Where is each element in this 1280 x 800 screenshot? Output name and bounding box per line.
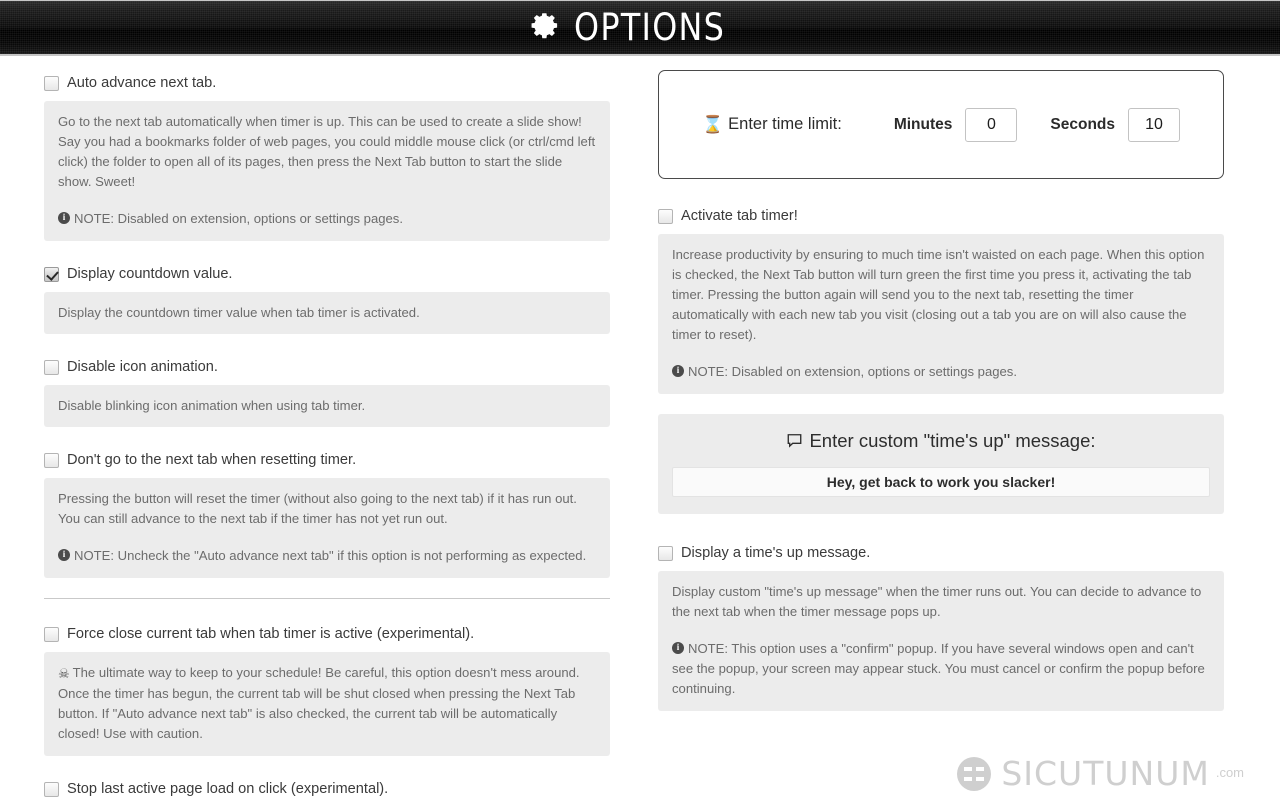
options-header-bar: OPTIONS [0,0,1280,56]
option-label: Display countdown value. [67,266,233,282]
info-icon [672,641,684,654]
left-options-column: Auto advance next tab. Go to the next ta… [44,70,610,800]
checkbox-stop-last-active-page-load[interactable] [44,781,59,797]
option-label: Auto advance next tab. [67,75,217,91]
option-dont-go-next-tab-on-reset[interactable]: Don't go to the next tab when resetting … [44,447,610,473]
description-activate-tab-timer: Increase productivity by ensuring to muc… [658,234,1224,394]
options-page-body: Auto advance next tab. Go to the next ta… [0,56,1280,800]
page-title: OPTIONS [574,6,726,49]
option-label: Force close current tab when tab timer i… [67,626,475,642]
sicutunum-mark-icon [957,757,992,791]
option-label: Display a time's up message. [681,545,871,561]
option-force-close-current-tab[interactable]: Force close current tab when tab timer i… [44,621,610,647]
custom-message-panel: Enter custom "time's up" message: Hey, g… [658,414,1224,514]
checkbox-display-times-up-message[interactable] [658,545,673,561]
option-display-times-up-message[interactable]: Display a time's up message. [658,540,1224,566]
watermark-suffix: .com [1215,765,1244,780]
checkbox-dont-go-next-tab-on-reset[interactable] [44,452,59,468]
checkbox-display-countdown-value[interactable] [44,266,59,282]
watermark-name: SICUTUNUM [1001,754,1210,793]
custom-message-title-text: Enter custom "time's up" message: [809,430,1096,451]
minutes-label: Minutes [893,115,953,133]
minutes-input[interactable]: 0 [965,107,1018,142]
info-icon [58,211,70,224]
time-limit-panel: ⌛ Enter time limit: Minutes 0 Seconds 10 [658,70,1224,179]
option-auto-advance-next-tab[interactable]: Auto advance next tab. [44,70,610,96]
description-text: Go to the next tab automatically when ti… [58,114,596,189]
description-dont-go-next-tab-on-reset: Pressing the button will reset the timer… [44,478,610,578]
skull-and-crossbones-icon: ☠ [58,666,70,681]
seconds-input[interactable]: 10 [1128,107,1181,142]
note-text: NOTE: Uncheck the "Auto advance next tab… [74,548,587,563]
option-label: Don't go to the next tab when resetting … [67,452,357,468]
option-label: Stop last active page load on click (exp… [67,781,389,797]
description-force-close-current-tab: ☠ The ultimate way to keep to your schedu… [44,652,610,756]
description-note: NOTE: Disabled on extension, options or … [58,209,596,229]
description-text: Display the countdown timer value when t… [58,305,420,320]
description-auto-advance-next-tab: Go to the next tab automatically when ti… [44,101,610,241]
option-activate-tab-timer[interactable]: Activate tab timer! [658,203,1224,229]
time-limit-label: Enter time limit: [728,115,842,133]
description-display-times-up-message: Display custom "time's up message" when … [658,571,1224,711]
custom-message-title: Enter custom "time's up" message: [672,430,1210,454]
info-icon [672,364,684,377]
note-text: NOTE: This option uses a "confirm" popup… [672,641,1205,696]
custom-message-input[interactable]: Hey, get back to work you slacker! [672,467,1210,497]
option-display-countdown-value[interactable]: Display countdown value. [44,261,610,287]
gear-icon [530,10,561,46]
description-display-countdown-value: Display the countdown timer value when t… [44,292,610,334]
hourglass-icon: ⌛ [701,115,724,134]
checkbox-disable-icon-animation[interactable] [44,359,59,375]
speech-bubble-icon [786,432,803,454]
description-note: NOTE: Disabled on extension, options or … [672,362,1210,382]
checkbox-force-close-current-tab[interactable] [44,626,59,642]
note-text: NOTE: Disabled on extension, options or … [74,211,403,226]
description-text: Increase productivity by ensuring to muc… [672,247,1205,342]
option-disable-icon-animation[interactable]: Disable icon animation. [44,354,610,380]
description-disable-icon-animation: Disable blinking icon animation when usi… [44,385,610,427]
description-text: Pressing the button will reset the timer… [58,491,577,526]
description-text: ☠ The ultimate way to keep to your schedu… [58,663,596,744]
option-label: Disable icon animation. [67,359,218,375]
info-icon [58,548,70,561]
description-text: Disable blinking icon animation when usi… [58,398,366,413]
description-note: NOTE: Uncheck the "Auto advance next tab… [58,546,596,566]
description-text: Display custom "time's up message" when … [672,584,1202,619]
right-options-column: ⌛ Enter time limit: Minutes 0 Seconds 10… [658,70,1224,731]
checkbox-auto-advance-next-tab[interactable] [44,75,59,91]
checkbox-activate-tab-timer[interactable] [658,208,673,224]
description-note: NOTE: This option uses a "confirm" popup… [672,639,1210,699]
seconds-label: Seconds [1050,115,1116,133]
note-text: NOTE: Disabled on extension, options or … [688,364,1017,379]
option-stop-last-active-page-load[interactable]: Stop last active page load on click (exp… [44,776,610,800]
section-divider [44,598,610,599]
option-label: Activate tab timer! [681,208,798,224]
description-body-text: The ultimate way to keep to your schedul… [58,665,580,741]
watermark-logo: SICUTUNUM .com [957,756,1244,792]
